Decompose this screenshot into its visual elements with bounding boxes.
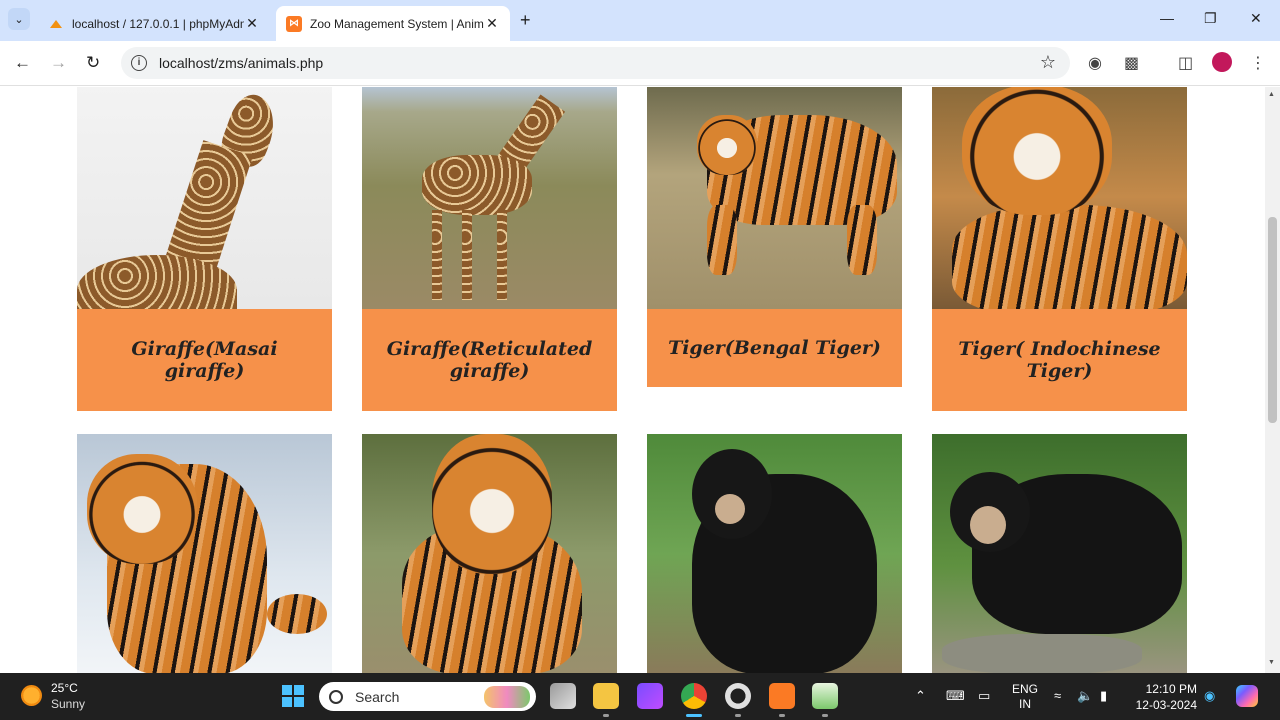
task-view-icon[interactable] bbox=[550, 683, 576, 709]
minimize-button[interactable]: — bbox=[1160, 10, 1174, 26]
chevron-down-icon: ⌄ bbox=[14, 13, 24, 26]
animal-caption: Tiger( Indochinese Tiger) bbox=[932, 309, 1187, 411]
side-panel-icon[interactable]: ◫ bbox=[1178, 53, 1193, 73]
language-indicator[interactable]: ENG IN bbox=[1012, 682, 1038, 712]
giraffe-reticulated-image bbox=[362, 87, 617, 309]
tab-title: localhost / 127.0.0.1 | phpMyAdmin bbox=[72, 16, 244, 31]
giraffe-masai-image bbox=[77, 87, 332, 309]
close-tab-icon[interactable]: ✕ bbox=[244, 15, 260, 32]
sun-bear-image bbox=[932, 434, 1187, 673]
weather-condition[interactable]: Sunny bbox=[51, 697, 85, 711]
keyboard-icon[interactable]: ⌨ bbox=[946, 688, 965, 704]
animal-caption: Tiger(Bengal Tiger) bbox=[647, 309, 902, 387]
black-bear-image bbox=[647, 434, 902, 673]
tab-title: Zoo Management System | Animals bbox=[310, 16, 484, 31]
notepad-icon[interactable] bbox=[812, 683, 838, 709]
animal-card[interactable]: Giraffe(Masai giraffe) bbox=[77, 87, 332, 411]
taskbar-search[interactable]: Search bbox=[319, 682, 536, 711]
animal-card[interactable]: Tiger(Bengal Tiger) bbox=[647, 87, 902, 387]
animal-name: Tiger( Indochinese Tiger) bbox=[958, 338, 1161, 382]
language-region: IN bbox=[1019, 697, 1031, 711]
scroll-up-arrow-icon[interactable]: ▲ bbox=[1268, 91, 1275, 98]
animal-caption: Giraffe(Reticulated giraffe) bbox=[362, 309, 617, 411]
xampp-icon: ⋈ bbox=[286, 15, 302, 32]
address-bar[interactable]: i localhost/zms/animals.php ☆ bbox=[121, 47, 1070, 79]
back-button[interactable]: ← bbox=[14, 53, 31, 73]
animal-name: Giraffe(Reticulated giraffe) bbox=[386, 338, 593, 382]
battery-icon[interactable]: ▮ bbox=[1100, 688, 1107, 704]
copilot-icon[interactable] bbox=[1236, 685, 1258, 707]
close-tab-icon[interactable]: ✕ bbox=[484, 15, 500, 32]
animal-card[interactable] bbox=[362, 434, 617, 673]
animal-caption: Giraffe(Masai giraffe) bbox=[77, 309, 332, 411]
tiger-bengal-image bbox=[647, 87, 902, 309]
language-code: ENG bbox=[1012, 682, 1039, 696]
animal-card[interactable]: Giraffe(Reticulated giraffe) bbox=[362, 87, 617, 411]
scroll-down-arrow-icon[interactable]: ▼ bbox=[1268, 659, 1275, 666]
wifi-icon[interactable]: ≈ bbox=[1054, 688, 1061, 703]
file-explorer-icon[interactable] bbox=[593, 683, 619, 709]
xampp-taskbar-icon[interactable] bbox=[769, 683, 795, 709]
animals-page: Giraffe(Masai giraffe) Giraffe(Reticulat… bbox=[0, 87, 1265, 673]
notification-bell-icon[interactable]: ◉ bbox=[1204, 688, 1215, 704]
taskbar-clock[interactable]: 12:10 PM 12-03-2024 bbox=[1133, 681, 1197, 713]
animal-card[interactable] bbox=[647, 434, 902, 673]
clipchamp-icon[interactable] bbox=[637, 683, 663, 709]
profile-avatar[interactable] bbox=[1212, 52, 1232, 72]
tiger-front-image bbox=[362, 434, 617, 673]
site-info-icon[interactable]: i bbox=[131, 55, 147, 71]
tab-zoo-management[interactable]: ⋈ Zoo Management System | Animals ✕ bbox=[276, 6, 510, 41]
search-placeholder: Search bbox=[355, 688, 400, 705]
display-icon[interactable]: ▭ bbox=[978, 688, 990, 704]
page-scrollbar[interactable]: ▲ ▼ bbox=[1265, 87, 1280, 673]
animal-card[interactable] bbox=[932, 434, 1187, 673]
chrome-icon[interactable] bbox=[681, 683, 707, 709]
animal-card[interactable]: Tiger( Indochinese Tiger) bbox=[932, 87, 1187, 411]
search-highlight-icon bbox=[484, 686, 530, 708]
close-window-button[interactable]: ✕ bbox=[1250, 10, 1262, 27]
weather-temperature[interactable]: 25°C bbox=[51, 681, 78, 695]
tiger-siberian-image bbox=[77, 434, 332, 673]
animal-name: Giraffe(Masai giraffe) bbox=[131, 338, 278, 382]
tiger-indochinese-image bbox=[932, 87, 1187, 309]
reload-button[interactable]: ↻ bbox=[86, 53, 100, 73]
restore-button[interactable]: ❐ bbox=[1204, 10, 1217, 27]
extensions-icon[interactable]: ▩ bbox=[1124, 53, 1139, 73]
tab-search-button[interactable]: ⌄ bbox=[8, 8, 30, 30]
new-tab-button[interactable]: + bbox=[520, 10, 531, 31]
clock-time: 12:10 PM bbox=[1145, 682, 1197, 696]
scroll-thumb[interactable] bbox=[1268, 217, 1277, 423]
animal-card[interactable] bbox=[77, 434, 332, 673]
forward-button[interactable]: → bbox=[50, 53, 67, 73]
show-hidden-icons-chevron-icon[interactable]: ⌃ bbox=[915, 688, 926, 704]
mouse-extension-icon[interactable]: ◉ bbox=[1088, 53, 1102, 73]
bookmark-star-icon[interactable]: ☆ bbox=[1040, 52, 1056, 73]
tab-phpmyadmin[interactable]: localhost / 127.0.0.1 | phpMyAdmin ✕ bbox=[38, 6, 270, 41]
browser-toolbar: ← → ↻ i localhost/zms/animals.php ☆ ◉ ▩ … bbox=[0, 41, 1280, 86]
tab-strip: ⌄ localhost / 127.0.0.1 | phpMyAdmin ✕ ⋈… bbox=[0, 0, 1280, 41]
sun-weather-icon[interactable] bbox=[21, 685, 42, 706]
taskbar: 25°C Sunny Search ⌃ ⌨ ▭ ENG IN ≈ 🔈 ▮ 12:… bbox=[0, 673, 1280, 720]
volume-icon[interactable]: 🔈 bbox=[1077, 688, 1093, 704]
phpmyadmin-icon bbox=[48, 16, 64, 32]
url-text: localhost/zms/animals.php bbox=[159, 55, 324, 71]
recorder-icon[interactable] bbox=[725, 683, 751, 709]
search-icon bbox=[329, 689, 343, 704]
menu-icon[interactable]: ⋮ bbox=[1250, 53, 1266, 73]
animal-name: Tiger(Bengal Tiger) bbox=[668, 337, 881, 359]
windows-start-icon[interactable] bbox=[282, 685, 304, 707]
clock-date: 12-03-2024 bbox=[1135, 698, 1197, 712]
